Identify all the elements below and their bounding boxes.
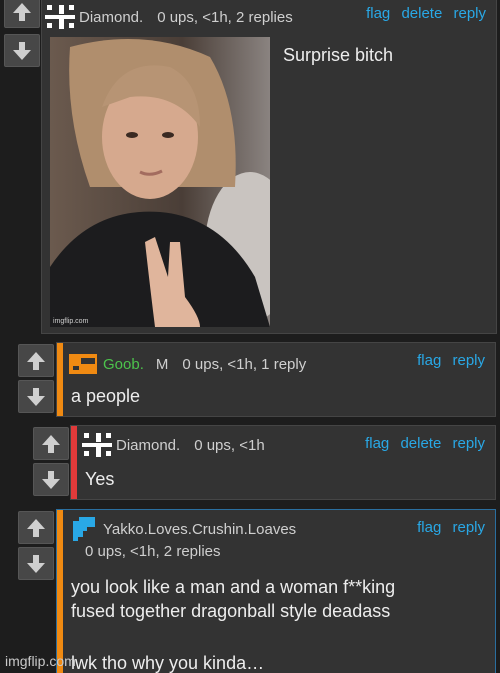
comment-meta: Diamond. 0 ups, <1h	[82, 433, 265, 457]
vote-controls-2	[18, 342, 54, 417]
vote-controls-1	[4, 0, 40, 70]
arrow-down-icon	[41, 469, 61, 491]
comment-actions: flag reply	[410, 519, 485, 536]
arrow-up-icon	[41, 433, 61, 455]
comment-text: Yes	[85, 469, 115, 489]
vote-controls-4	[18, 509, 54, 584]
user-flair: M	[155, 355, 169, 373]
comment-text-line-4: lwk tho why you kinda…	[71, 653, 265, 673]
comment-goob: Goob. M 0 ups, <1h, 1 reply flag reply a…	[56, 342, 496, 417]
comment-actions: flag delete reply	[358, 435, 485, 452]
username[interactable]: Diamond.	[116, 437, 180, 454]
username[interactable]: Yakko.Loves.Crushin.Loaves	[103, 521, 296, 538]
comment-stats: 0 ups, <1h	[194, 436, 265, 454]
image-watermark: imgflip.com	[53, 318, 89, 325]
upvote-button[interactable]	[18, 511, 54, 544]
delete-link[interactable]: delete	[401, 5, 442, 22]
upvote-button[interactable]	[33, 427, 69, 460]
comment-meta: Goob. M 0 ups, <1h, 1 reply	[69, 352, 306, 376]
comment-text: Surprise bitch	[283, 45, 394, 65]
comment-actions: flag reply	[410, 352, 485, 369]
yakko-avatar-icon	[73, 517, 95, 541]
username[interactable]: Goob.	[103, 356, 144, 373]
flag-link[interactable]: flag	[417, 352, 441, 369]
comment-meta: Yakko.Loves.Crushin.Loaves	[69, 517, 310, 541]
downvote-button[interactable]	[4, 34, 40, 67]
selfie-image	[50, 37, 270, 327]
flag-link[interactable]: flag	[365, 435, 389, 452]
diamond-avatar-icon	[82, 433, 112, 457]
flag-link[interactable]: flag	[366, 5, 390, 22]
comment-text-line-2: fused together dragonball style deadass	[71, 601, 391, 621]
flag-link[interactable]: flag	[417, 519, 441, 536]
reply-link[interactable]: reply	[452, 519, 485, 536]
downvote-button[interactable]	[33, 463, 69, 496]
arrow-down-icon	[12, 40, 32, 62]
comment-text: a people	[71, 386, 141, 406]
comment-stats: 0 ups, <1h, 2 replies	[157, 8, 293, 26]
comment-meta: Diamond. 0 ups, <1h, 2 replies	[45, 5, 293, 29]
vote-controls-3	[33, 425, 69, 500]
username[interactable]: Diamond.	[79, 9, 143, 26]
comment-actions: flag delete reply	[359, 5, 486, 22]
arrow-up-icon	[26, 350, 46, 372]
comment-diamond-photo: Diamond. 0 ups, <1h, 2 replies flag dele…	[41, 0, 497, 334]
diamond-avatar-icon	[45, 5, 75, 29]
comment-stats: 0 ups, <1h, 1 reply	[182, 355, 307, 373]
page-watermark: imgflip.com	[5, 653, 76, 669]
comment-diamond-reply: Diamond. 0 ups, <1h flag delete reply Ye…	[70, 425, 496, 500]
reply-link[interactable]: reply	[452, 352, 485, 369]
delete-link[interactable]: delete	[400, 435, 441, 452]
arrow-down-icon	[26, 386, 46, 408]
upvote-button[interactable]	[4, 0, 40, 28]
comment-text-line-1: you look like a man and a woman f**king	[71, 577, 396, 597]
thread-accent-bar	[57, 343, 63, 416]
comment-stats-line: 0 ups, <1h, 2 replies	[85, 543, 221, 560]
reply-link[interactable]: reply	[452, 435, 485, 452]
downvote-button[interactable]	[18, 547, 54, 580]
thread-accent-bar	[57, 510, 63, 673]
arrow-up-icon	[12, 1, 32, 23]
comment-photo[interactable]: imgflip.com	[50, 37, 270, 327]
reply-link[interactable]: reply	[453, 5, 486, 22]
thread-accent-bar	[71, 426, 77, 499]
comment-yakko: Yakko.Loves.Crushin.Loaves 0 ups, <1h, 2…	[56, 509, 496, 673]
downvote-button[interactable]	[18, 380, 54, 413]
goob-avatar-icon	[69, 354, 97, 374]
comment-stats: 0 ups, <1h, 2 replies	[85, 543, 221, 560]
upvote-button[interactable]	[18, 344, 54, 377]
arrow-down-icon	[26, 553, 46, 575]
arrow-up-icon	[26, 517, 46, 539]
